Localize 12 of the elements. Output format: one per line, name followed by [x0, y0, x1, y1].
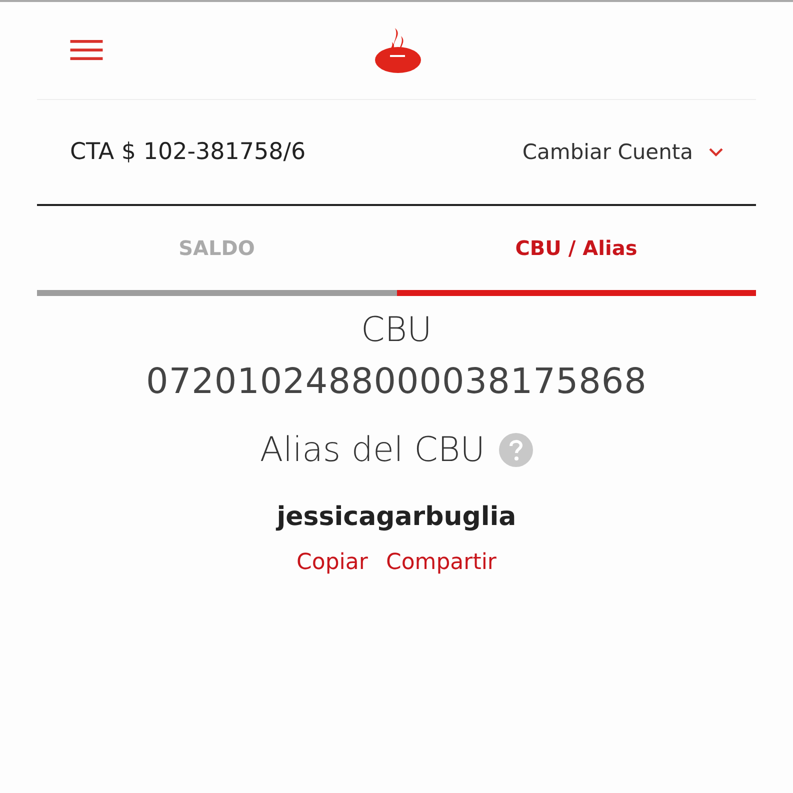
action-link[interactable]: Copiar: [296, 550, 368, 575]
alias-title: Alias del CBU: [260, 430, 486, 470]
alias-value: jessicagarbuglia: [276, 502, 516, 532]
menu-icon[interactable]: [70, 40, 103, 61]
account-number: CTA $ 102-381758/6: [70, 139, 306, 165]
change-account-button[interactable]: Cambiar Cuenta: [522, 140, 723, 164]
chevron-down-icon: [709, 148, 723, 156]
action-link[interactable]: Compartir: [386, 550, 496, 575]
cbu-title: CBU: [361, 310, 432, 350]
flame-logo-icon: [374, 28, 422, 74]
tab[interactable]: CBU / Alias: [396, 206, 756, 296]
cbu-number: 0720102488000038175868: [146, 362, 647, 402]
